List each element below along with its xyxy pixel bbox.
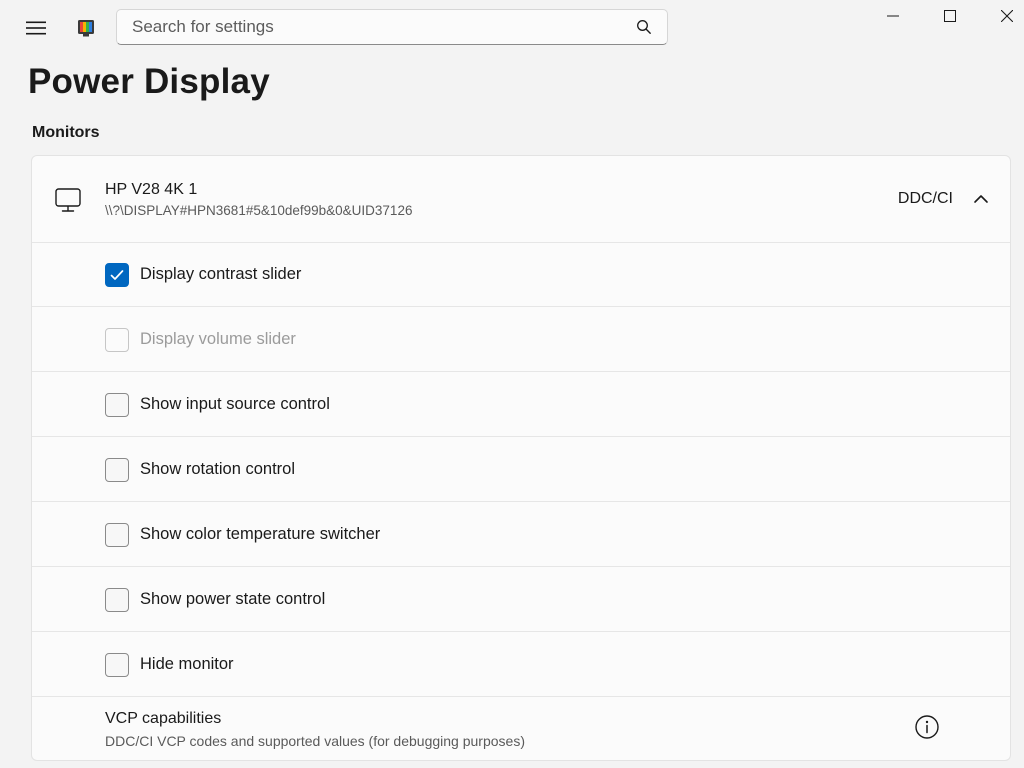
option-row-power-state[interactable]: Show power state control — [32, 567, 1010, 632]
option-row-color-temperature[interactable]: Show color temperature switcher — [32, 502, 1010, 567]
checkbox-hide-monitor[interactable] — [105, 653, 129, 677]
option-row-input-source[interactable]: Show input source control — [32, 372, 1010, 437]
title-bar — [0, 0, 1024, 58]
vcp-info-button[interactable] — [914, 714, 940, 740]
option-row-display-volume: Display volume slider — [32, 307, 1010, 372]
chevron-up-icon — [974, 195, 988, 203]
checkbox-color-temperature[interactable] — [105, 523, 129, 547]
checkbox-display-volume — [105, 328, 129, 352]
option-label: Display volume slider — [140, 330, 296, 348]
option-label: Show power state control — [140, 590, 326, 608]
monitor-device-path: \\?\DISPLAY#HPN3681#5&10def99b&0&UID3712… — [105, 203, 413, 218]
minimize-icon — [886, 15, 899, 17]
close-button[interactable] — [978, 0, 1024, 32]
minimize-button[interactable] — [864, 0, 921, 32]
checkbox-rotation[interactable] — [105, 458, 129, 482]
hamburger-menu-button[interactable] — [18, 12, 54, 44]
hamburger-menu-icon — [26, 21, 46, 35]
monitor-card: HP V28 4K 1 \\?\DISPLAY#HPN3681#5&10def9… — [31, 155, 1011, 761]
checkmark-icon — [110, 270, 124, 280]
option-row-display-contrast[interactable]: Display contrast slider — [32, 242, 1010, 307]
section-header-monitors: Monitors — [32, 122, 100, 144]
monitor-name: HP V28 4K 1 — [105, 181, 198, 198]
checkbox-display-contrast[interactable] — [105, 263, 129, 287]
search-box[interactable] — [116, 9, 668, 45]
option-label: Show input source control — [140, 395, 330, 413]
vcp-description: DDC/CI VCP codes and supported values (f… — [105, 733, 525, 749]
option-label: Show rotation control — [140, 460, 296, 478]
option-label: Hide monitor — [140, 655, 234, 673]
collapse-button[interactable] — [966, 184, 996, 214]
close-icon — [1000, 10, 1013, 22]
option-row-rotation[interactable]: Show rotation control — [32, 437, 1010, 502]
checkbox-power-state[interactable] — [105, 588, 129, 612]
monitor-icon — [55, 188, 81, 212]
search-input[interactable] — [130, 16, 627, 38]
section-header-label: Monitors — [32, 124, 100, 141]
search-icon[interactable] — [627, 10, 661, 44]
option-row-hide-monitor[interactable]: Hide monitor — [32, 632, 1010, 697]
monitor-card-header[interactable]: HP V28 4K 1 \\?\DISPLAY#HPN3681#5&10def9… — [32, 156, 1010, 243]
page-title: Power Display — [28, 62, 270, 101]
vcp-title: VCP capabilities — [105, 710, 222, 727]
power-display-logo-icon — [78, 20, 94, 37]
checkbox-input-source[interactable] — [105, 393, 129, 417]
info-icon — [915, 715, 939, 739]
option-label: Display contrast slider — [140, 265, 302, 283]
option-label: Show color temperature switcher — [140, 525, 381, 543]
maximize-button[interactable] — [921, 0, 978, 32]
monitor-protocol-label: DDC/CI — [897, 190, 953, 207]
maximize-icon — [943, 10, 956, 22]
vcp-capabilities-row: VCP capabilities DDC/CI VCP codes and su… — [32, 696, 1010, 760]
